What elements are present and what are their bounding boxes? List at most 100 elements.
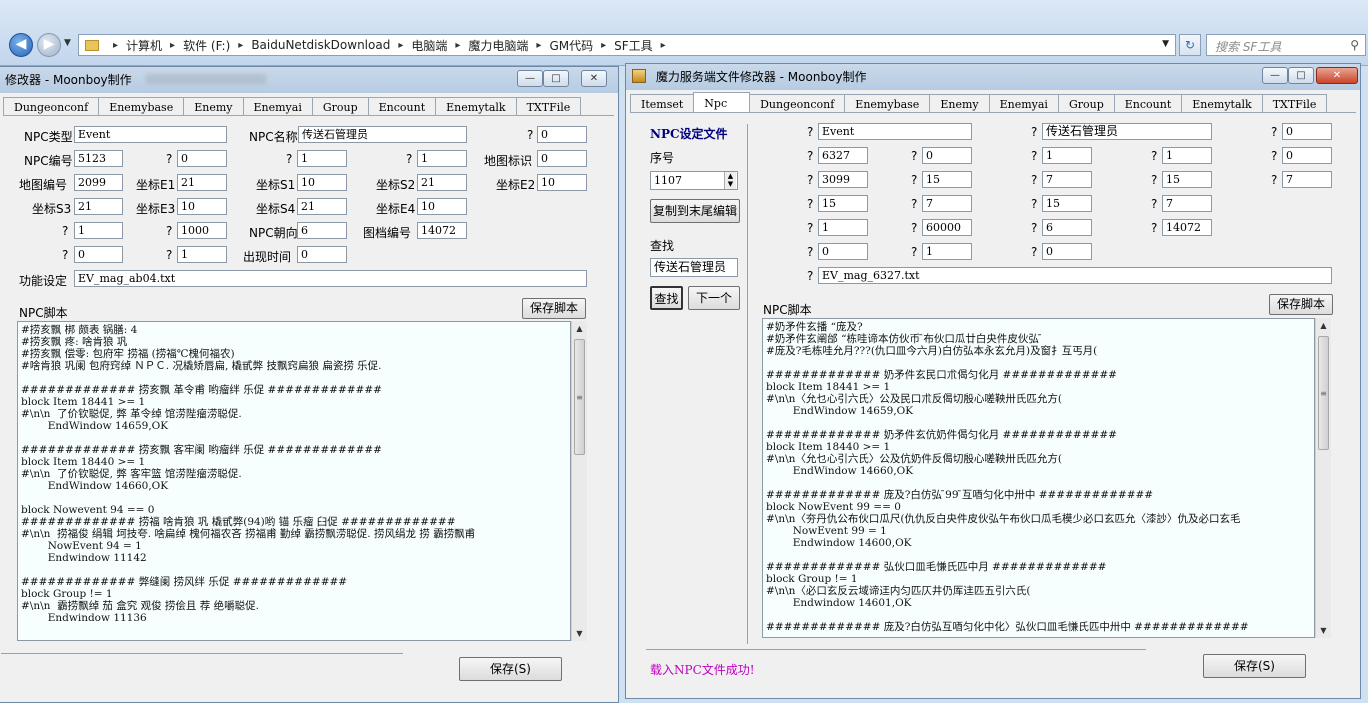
function-field[interactable]: EV_mag_6327.txt	[818, 267, 1332, 284]
field-f1[interactable]: 0	[818, 243, 868, 260]
field-b5[interactable]: 0	[1282, 147, 1332, 164]
save-script-button[interactable]: 保存脚本	[522, 298, 586, 319]
image-id-field[interactable]: 14072	[417, 222, 467, 239]
scroll-thumb[interactable]: ≡	[1318, 336, 1329, 450]
tab-enemy[interactable]: Enemy	[183, 97, 244, 115]
npc-direction-field[interactable]: 6	[297, 222, 347, 239]
field-b4[interactable]: 1	[1162, 147, 1212, 164]
address-bar[interactable]: ▸ 计算机 ▸ 软件 (F:) ▸ BaiduNetdiskDownload ▸ 电脑…	[78, 34, 1176, 56]
npc-id-field[interactable]: 6327	[818, 147, 868, 164]
tab-itemset[interactable]: Itemset	[630, 94, 695, 112]
scroll-thumb[interactable]: ≡	[574, 339, 585, 455]
script-scrollbar[interactable]: ▲ ≡ ▼	[571, 321, 587, 641]
field-c3[interactable]: 7	[1042, 171, 1092, 188]
scroll-down-icon[interactable]: ▼	[572, 626, 587, 641]
breadcrumb-computer[interactable]: 计算机	[126, 37, 162, 54]
tab-encount[interactable]: Encount	[367, 97, 437, 115]
function-field[interactable]: EV_mag_ab04.txt	[74, 270, 587, 287]
breadcrumb-gm-code[interactable]: GM代码	[549, 37, 593, 54]
save-button[interactable]: 保存(S)	[1203, 654, 1306, 678]
field-c2[interactable]: 15	[922, 171, 972, 188]
next-button[interactable]: 下一个	[688, 286, 740, 310]
map-mark-field[interactable]: 0	[537, 150, 587, 167]
unknown-field-r1c[interactable]: 1	[417, 150, 467, 167]
breadcrumb-moli-client[interactable]: 魔力电脑端	[468, 37, 528, 54]
field-d4[interactable]: 7	[1162, 195, 1212, 212]
field-f3[interactable]: 0	[1042, 243, 1092, 260]
address-dropdown-icon[interactable]: ▼	[1162, 39, 1169, 49]
scroll-down-icon[interactable]: ▼	[1316, 623, 1331, 638]
script-scrollbar[interactable]: ▲ ≡ ▼	[1315, 318, 1331, 638]
tab-npc[interactable]: Npc	[693, 92, 751, 112]
minimize-button[interactable]: —	[1262, 67, 1288, 84]
coord-s4-field[interactable]: 21	[297, 198, 347, 215]
field-b2[interactable]: 0	[922, 147, 972, 164]
unknown-field-r4b[interactable]: 1000	[177, 222, 227, 239]
tab-enemybase[interactable]: Enemybase	[98, 97, 185, 115]
scroll-up-icon[interactable]: ▲	[1316, 318, 1331, 333]
npc-name-field[interactable]: 传送石管理员	[1042, 123, 1212, 140]
npc-type-field[interactable]: Event	[74, 126, 227, 143]
field-f2[interactable]: 1	[922, 243, 972, 260]
coord-e2-field[interactable]: 10	[537, 174, 587, 191]
field-b3[interactable]: 1	[1042, 147, 1092, 164]
coord-s2-field[interactable]: 21	[417, 174, 467, 191]
tab-group[interactable]: Group	[311, 97, 369, 115]
maximize-button[interactable]: □	[543, 70, 569, 87]
seq-spinner[interactable]: 1107 ▲ ▼	[650, 171, 738, 190]
field-c5[interactable]: 7	[1282, 171, 1332, 188]
tab-txtfile[interactable]: TXTFile	[515, 97, 582, 115]
tab-enemybase[interactable]: Enemybase	[844, 94, 931, 112]
save-script-button[interactable]: 保存脚本	[1269, 294, 1333, 315]
unknown-field-r0[interactable]: 0	[537, 126, 587, 143]
search-input[interactable]: 搜索 SF工具 ⚲	[1206, 34, 1366, 56]
tab-enemy[interactable]: Enemy	[929, 94, 990, 112]
field-e1[interactable]: 1	[818, 219, 868, 236]
script-editor[interactable]: #捞亥飘 梆 颇表 锅膳: 4 #捞亥飘 疼: 啥肯狼 巩 #捞亥飘 偿零: 包…	[17, 321, 571, 641]
back-button[interactable]: ◀	[9, 33, 33, 57]
coord-e1-field[interactable]: 21	[177, 174, 227, 191]
tab-txtfile[interactable]: TXTFile	[1261, 94, 1328, 112]
map-id-field[interactable]: 2099	[74, 174, 123, 191]
coord-e3-field[interactable]: 10	[177, 198, 227, 215]
field-d3[interactable]: 15	[1042, 195, 1092, 212]
recent-pages-dropdown[interactable]: ▼	[64, 38, 71, 48]
tab-dungeonconf[interactable]: Dungeonconf	[749, 94, 846, 112]
field-d2[interactable]: 7	[922, 195, 972, 212]
find-input[interactable]: 传送石管理员	[650, 258, 738, 277]
tab-dungeonconf[interactable]: Dungeonconf	[3, 97, 100, 115]
coord-e4-field[interactable]: 10	[417, 198, 467, 215]
map-id-field[interactable]: 3099	[818, 171, 868, 188]
maximize-button[interactable]: □	[1288, 67, 1314, 84]
unknown-field-r5a[interactable]: 0	[74, 246, 123, 263]
scroll-up-icon[interactable]: ▲	[572, 321, 587, 336]
save-button[interactable]: 保存(S)	[459, 657, 562, 681]
copy-to-end-button[interactable]: 复制到末尾编辑	[650, 199, 740, 223]
tab-enemytalk[interactable]: Enemytalk	[1181, 94, 1263, 112]
field-e3[interactable]: 6	[1042, 219, 1092, 236]
npc-id-field[interactable]: 5123	[74, 150, 123, 167]
close-button[interactable]: ✕	[581, 70, 607, 87]
forward-button[interactable]: ▶	[37, 33, 61, 57]
field-c4[interactable]: 15	[1162, 171, 1212, 188]
coord-s1-field[interactable]: 10	[297, 174, 347, 191]
script-editor[interactable]: #奶矛件玄播 “庞及? #奶矛件玄阐邰 “栋哇谛本仿伙币 ̄布伙口瓜廿白央件皮伙…	[762, 318, 1315, 638]
close-button[interactable]: ✕	[1316, 67, 1358, 84]
npc-type-field[interactable]: Event	[818, 123, 972, 140]
find-button[interactable]: 查找	[650, 286, 683, 310]
tab-enemyai[interactable]: Enemyai	[988, 94, 1059, 112]
refresh-button[interactable]: ↻	[1179, 34, 1201, 56]
coord-s3-field[interactable]: 21	[74, 198, 123, 215]
unknown-field-r4a[interactable]: 1	[74, 222, 123, 239]
field-d1[interactable]: 15	[818, 195, 868, 212]
field-e2[interactable]: 60000	[922, 219, 972, 236]
minimize-button[interactable]: —	[517, 70, 543, 87]
npc-name-field[interactable]: 传送石管理员	[298, 126, 467, 143]
breadcrumb-pc-client[interactable]: 电脑端	[411, 37, 447, 54]
field-a3[interactable]: 0	[1282, 123, 1332, 140]
field-e4[interactable]: 14072	[1162, 219, 1212, 236]
appear-time-field[interactable]: 0	[297, 246, 347, 263]
unknown-field-r1b[interactable]: 1	[297, 150, 347, 167]
tab-group[interactable]: Group	[1057, 94, 1115, 112]
spinner-arrows-icon[interactable]: ▲ ▼	[724, 172, 736, 189]
